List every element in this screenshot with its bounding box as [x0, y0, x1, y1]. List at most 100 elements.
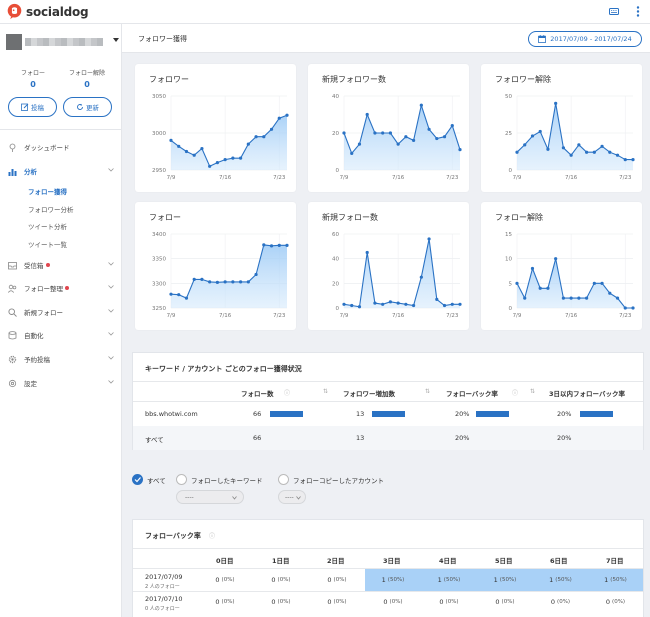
data-point[interactable] [388, 131, 392, 135]
data-point[interactable] [184, 296, 189, 300]
data-point[interactable] [342, 302, 346, 306]
data-point[interactable] [419, 103, 423, 107]
data-point[interactable] [458, 148, 462, 152]
data-point[interactable] [246, 142, 250, 146]
data-point[interactable] [350, 151, 354, 155]
data-point[interactable] [615, 153, 620, 157]
data-point[interactable] [381, 131, 385, 135]
filter-followed-keyword[interactable]: フォローしたキーワード [176, 474, 263, 485]
data-point[interactable] [523, 296, 527, 300]
data-point[interactable] [231, 280, 235, 284]
nav-analytics[interactable]: 分析 [8, 165, 114, 177]
data-point[interactable] [458, 302, 462, 306]
data-point[interactable] [577, 296, 581, 300]
nav-new-follow[interactable]: 新規フォロー [8, 306, 114, 318]
nav-settings[interactable]: 設定 [8, 377, 114, 389]
data-point[interactable] [623, 158, 627, 162]
data-point[interactable] [269, 127, 274, 131]
filter-all[interactable]: すべて [132, 474, 166, 485]
data-point[interactable] [396, 142, 400, 146]
keyboard-icon[interactable] [609, 7, 619, 16]
data-point[interactable] [538, 129, 542, 134]
data-point[interactable] [231, 156, 235, 160]
data-point[interactable] [585, 150, 589, 154]
data-point[interactable] [592, 150, 596, 154]
nav-follow-cleanup[interactable]: フォロー整理 [8, 282, 114, 294]
data-point[interactable] [381, 302, 385, 306]
nav-dashboard[interactable]: ダッシュボード [8, 141, 114, 153]
data-point[interactable] [600, 281, 604, 285]
col-header-follower-increase[interactable]: フォロワー増加数 [343, 388, 395, 398]
data-point[interactable] [412, 303, 416, 308]
data-point[interactable] [427, 237, 431, 241]
nav-scheduled-post[interactable]: 予約投稿 [8, 353, 114, 365]
data-point[interactable] [600, 144, 604, 148]
col-header-3day-followback-rate[interactable]: 3日以内フォローバック率 [549, 388, 625, 398]
sort-icon[interactable]: ⇅ [323, 388, 328, 395]
data-point[interactable] [208, 164, 212, 168]
data-point[interactable] [285, 113, 289, 117]
data-point[interactable] [554, 101, 558, 105]
data-point[interactable] [200, 146, 204, 151]
sort-icon[interactable]: ⇅ [425, 388, 430, 395]
data-point[interactable] [435, 136, 439, 141]
data-point[interactable] [350, 303, 354, 308]
data-point[interactable] [177, 144, 181, 148]
data-point[interactable] [223, 280, 227, 284]
data-point[interactable] [373, 301, 377, 305]
data-point[interactable] [631, 158, 635, 162]
data-point[interactable] [254, 135, 258, 139]
data-point[interactable] [357, 142, 362, 146]
post-button[interactable]: 投稿 [8, 97, 57, 117]
data-point[interactable] [342, 131, 346, 135]
keyword-select[interactable]: ---- [176, 490, 244, 504]
filter-copied-account[interactable]: フォローコピーしたアカウント [278, 474, 384, 485]
data-point[interactable] [435, 297, 439, 301]
nav-automation[interactable]: 自動化 [8, 329, 114, 341]
data-point[interactable] [615, 296, 620, 300]
data-point[interactable] [262, 243, 266, 247]
data-point[interactable] [277, 116, 281, 120]
data-point[interactable] [450, 302, 454, 306]
data-point[interactable] [365, 112, 369, 117]
date-range-picker[interactable]: 2017/07/09 - 2017/07/24 [528, 31, 642, 47]
data-point[interactable] [523, 143, 527, 147]
refresh-button[interactable]: 更新 [63, 97, 112, 117]
logo[interactable]: socialdog [6, 3, 89, 20]
data-point[interactable] [442, 135, 447, 139]
account-select[interactable]: ---- [278, 490, 306, 504]
radio-checked-icon[interactable] [132, 474, 143, 485]
data-point[interactable] [450, 124, 454, 128]
data-point[interactable] [585, 296, 589, 300]
data-point[interactable] [530, 134, 535, 138]
data-point[interactable] [396, 301, 400, 305]
data-point[interactable] [269, 244, 274, 248]
data-point[interactable] [192, 153, 196, 157]
data-point[interactable] [169, 138, 173, 142]
data-point[interactable] [561, 296, 565, 300]
data-point[interactable] [631, 306, 635, 310]
data-point[interactable] [515, 150, 519, 154]
data-point[interactable] [546, 147, 550, 151]
data-point[interactable] [608, 291, 612, 295]
data-point[interactable] [285, 243, 289, 247]
data-point[interactable] [239, 280, 243, 284]
data-point[interactable] [561, 146, 565, 150]
data-point[interactable] [208, 280, 212, 284]
data-point[interactable] [246, 280, 250, 284]
col-header-followback-rate[interactable]: フォローバック率 [446, 388, 498, 398]
data-point[interactable] [569, 153, 573, 157]
data-point[interactable] [404, 135, 408, 139]
data-point[interactable] [254, 272, 258, 277]
data-point[interactable] [388, 300, 392, 304]
data-point[interactable] [357, 305, 362, 309]
subnav-follower-analysis[interactable]: フォロワー分析 [28, 204, 74, 214]
data-point[interactable] [262, 135, 266, 139]
data-point[interactable] [419, 275, 423, 279]
data-point[interactable] [200, 277, 204, 281]
nav-inbox[interactable]: 受信箱 [8, 259, 114, 271]
data-point[interactable] [192, 277, 196, 281]
data-point[interactable] [365, 250, 369, 255]
row-name[interactable]: bbs.whotwi.com [145, 410, 198, 418]
data-point[interactable] [169, 292, 173, 296]
